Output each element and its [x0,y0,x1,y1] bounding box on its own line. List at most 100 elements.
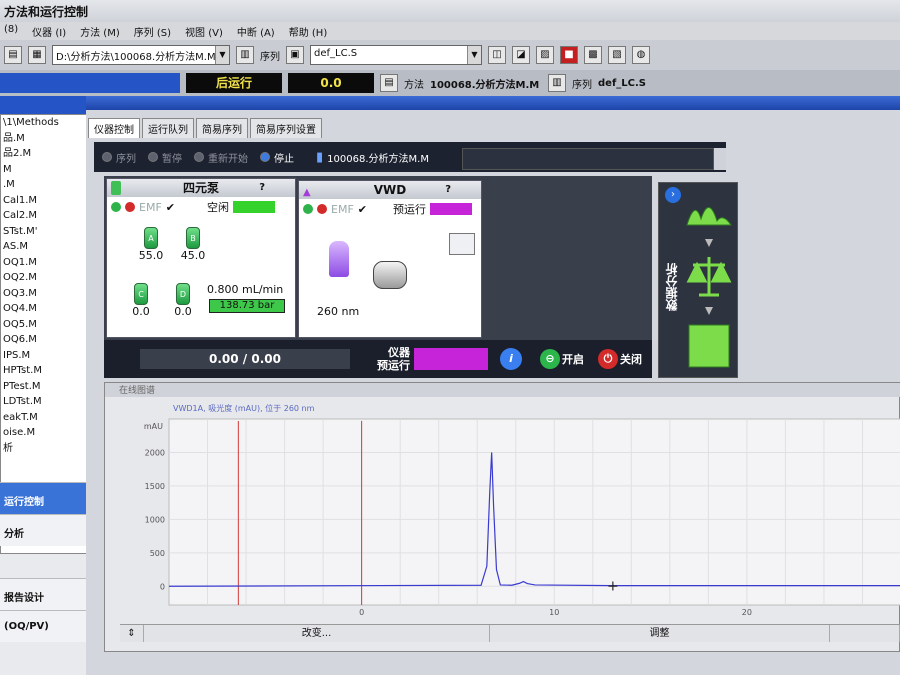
restart-button[interactable]: 重新开始 [194,150,248,165]
pump-state-indicator [233,201,275,213]
chromatogram-chart[interactable]: 0 500 1000 1500 2000 0 10 20 mAU VWD1A, 吸光度 (mAU)… [105,399,900,625]
sample-icon[interactable]: ◪ [512,46,530,64]
method-list-item[interactable]: OQ6.M [1,332,91,348]
vwd-state-indicator [430,203,472,215]
method-list-item[interactable]: OQ1.M [1,255,91,271]
method-list-item[interactable]: \1\Methods [1,115,91,131]
pause-button[interactable]: 暂停 [148,150,182,165]
plot-scroll-icon[interactable]: ⇕ [120,625,144,642]
y-tick-label: 2000 [145,448,165,457]
info-icon[interactable]: i [500,348,522,370]
turn-off-button[interactable]: ⏻ 关闭 [598,349,642,369]
method-list-item[interactable]: HPTst.M [1,363,91,379]
y-tick-label: 500 [150,549,165,558]
solvent-d[interactable]: D 0.0 [163,283,203,318]
pump-module[interactable]: 四元泵? EMF ✔ 空闲 A 55.0 B 45.0 C 0.0 D 0.0 … [106,178,296,338]
method-list-item[interactable]: OQ2.M [1,270,91,286]
pause-icon [148,152,158,162]
method-list-item[interactable]: 品2.M [1,146,91,162]
method-list-item[interactable]: oise.M [1,425,91,441]
print-icon[interactable]: ▩ [584,46,602,64]
report-icon [688,324,730,368]
adjust-button[interactable]: 调整 [490,625,830,642]
vwd-help-icon[interactable]: ? [445,181,451,199]
method-list-item[interactable]: M [1,162,91,178]
method-list-item[interactable]: OQ5.M [1,317,91,333]
method-list-item[interactable]: LDTst.M [1,394,91,410]
tab-easy-sequence[interactable]: 简易序列 [196,118,248,138]
solvent-b-bottle-icon: B [186,227,200,249]
sequence-icon: ▥ [236,46,254,64]
chevron-down-icon[interactable]: ▼ [215,46,229,64]
menu-item-instrument[interactable]: 仪器 (I) [32,24,66,40]
tab-easy-sequence-settings[interactable]: 简易序列设置 [250,118,322,138]
change-button[interactable]: 改变... [144,625,490,642]
vwd-module[interactable]: VWD? ▲ EMF ✔ 预运行 260 nm [298,180,482,338]
pump-state-label: 空闲 [207,201,229,214]
method-list-item[interactable]: .M [1,177,91,193]
menu-item-sequence[interactable]: 序列 (S) [134,24,171,40]
signal-icon[interactable] [449,233,475,255]
sequence-button-label: 序列 [116,153,136,165]
pump-bottle-icon [111,181,121,195]
method-list-item[interactable]: OQ4.M [1,301,91,317]
pump-off-icon[interactable] [125,202,135,212]
vwd-off-icon[interactable] [317,204,327,214]
sequence-combo[interactable]: def_LC.S ▼ [310,45,482,65]
sequence-field[interactable] [462,148,714,170]
chart-title: VWD1A, 吸光度 (mAU), 位于 260 nm [173,403,315,413]
online-plot-panel: 在线图谱 0 500 1000 1500 2000 0 10 20 mAU VWD1A, 吸光度 … [104,382,900,652]
plate-icon[interactable]: ▨ [536,46,554,64]
vwd-on-icon[interactable] [303,204,313,214]
expand-icon[interactable]: › [665,187,681,203]
stop-icon[interactable]: ■ [560,46,578,64]
chevron-down-icon[interactable]: ▼ [467,46,481,64]
menu-bar: (8) 仪器 (I) 方法 (M) 序列 (S) 视图 (V) 中断 (A) 帮… [0,22,900,40]
method-indicator: ▮ 100068.分析方法M.M [316,150,429,165]
solvent-d-bottle-icon: D [176,283,190,305]
method-list-item[interactable]: AS.M [1,239,91,255]
method-list-item[interactable]: OQ3.M [1,286,91,302]
menu-item-method[interactable]: 方法 (M) [80,24,120,40]
method-list-item[interactable]: 品.M [1,131,91,147]
menu-item-help[interactable]: 帮助 (H) [289,24,328,40]
pump-on-icon[interactable] [111,202,121,212]
stop-button[interactable]: 停止 [260,150,294,165]
sequence-button[interactable]: 序列 [102,150,136,165]
pump-check-icon: ✔ [165,200,175,214]
layout-icon[interactable]: ◫ [488,46,506,64]
load-method-icon[interactable]: ▤ [4,46,22,64]
peaks-icon [686,207,732,226]
online-plot-header: 在线图谱 [105,383,900,397]
cursor-crosshair-icon: + [607,579,619,595]
solvent-c[interactable]: C 0.0 [121,283,161,318]
method-list-item[interactable]: PTest.M [1,379,91,395]
method-list-item[interactable]: IPS.M [1,348,91,364]
menu-item-0[interactable]: (8) [4,24,18,40]
tab-run-queue[interactable]: 运行队列 [142,118,194,138]
pump-help-icon[interactable]: ? [259,179,265,197]
instrument-status-label: 仪器 预运行 [374,346,410,372]
lock-icon[interactable]: ▧ [608,46,626,64]
instrument-status-indicator [414,348,488,370]
vwd-title: VWD [373,183,407,197]
method-book-icon: ▮ [316,149,324,165]
method-list-item[interactable]: STst.M' [1,224,91,240]
sequence-icon [102,152,112,162]
solvent-b[interactable]: B 45.0 [163,227,223,262]
method-list-item[interactable]: Cal1.M [1,193,91,209]
tab-instrument-control[interactable]: 仪器控制 [88,118,140,138]
method-list-item[interactable]: eakT.M [1,410,91,426]
power-icon[interactable]: ◍ [632,46,650,64]
method-path-combo[interactable]: D:\分析方法\100068.分析方法M.M ▼ [52,45,230,65]
turn-on-button[interactable]: ⊖ 开启 [540,349,584,369]
data-analysis-panel[interactable]: › 数据分析 [658,182,738,378]
sequence-field-scrollbar[interactable] [714,148,726,170]
power-off-icon: ⏻ [598,349,618,369]
pump-status-row: EMF ✔ 空闲 [107,197,295,217]
save-method-icon[interactable]: ▦ [28,46,46,64]
method-list-item[interactable]: Cal2.M [1,208,91,224]
menu-item-view[interactable]: 视图 (V) [185,24,223,40]
menu-item-abort[interactable]: 中断 (A) [237,24,275,40]
save-sequence-icon[interactable]: ▣ [286,46,304,64]
